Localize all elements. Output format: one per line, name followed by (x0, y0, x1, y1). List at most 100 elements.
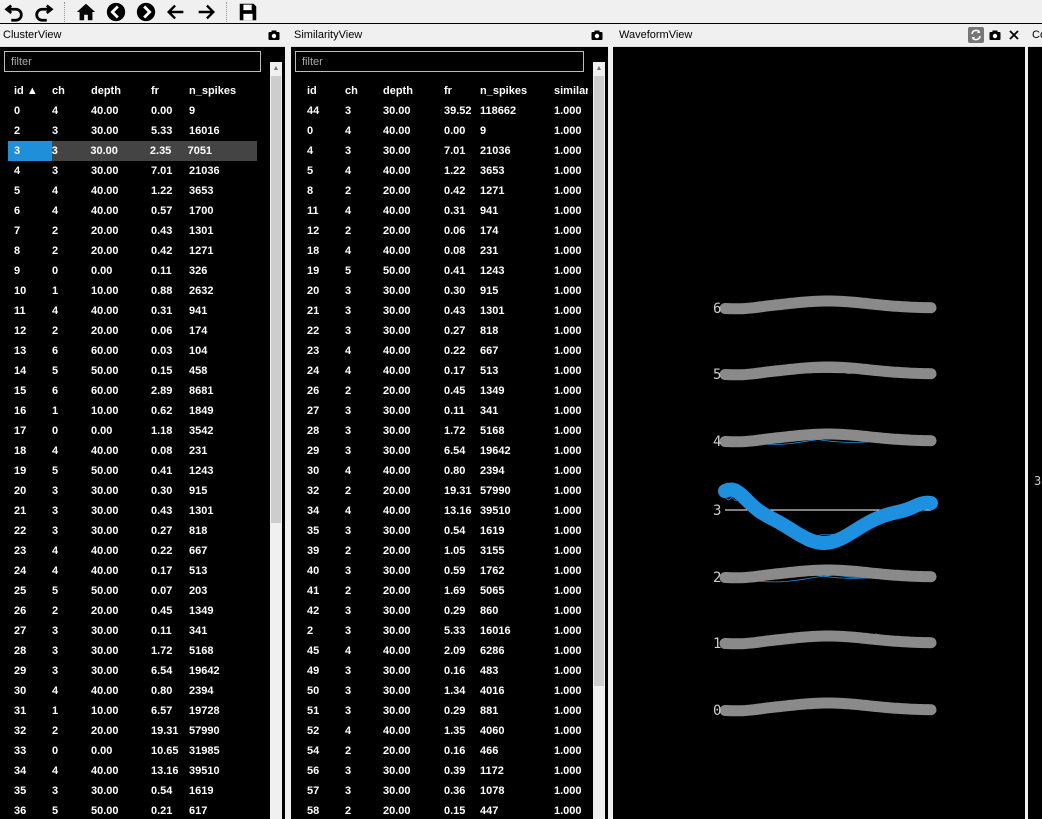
table-row[interactable]: 23 4 40.00 0.22 667 1.000 (291, 341, 588, 361)
screenshot-button[interactable] (987, 27, 1003, 43)
table-row[interactable]: 34 4 40.00 13.16 39510 (0, 761, 259, 781)
table-row[interactable]: 29 3 30.00 6.54 19642 (0, 661, 259, 681)
table-row[interactable]: 22 3 30.00 0.27 818 1.000 (291, 321, 588, 341)
table-row[interactable]: 12 2 20.00 0.06 174 1.000 (291, 221, 588, 241)
table-row[interactable]: 33 0 0.00 10.65 31985 (0, 741, 259, 761)
table-row[interactable]: 8 2 20.00 0.42 1271 1.000 (291, 181, 588, 201)
table-row[interactable]: 20 3 30.00 0.30 915 1.000 (291, 281, 588, 301)
scroll-up-arrow-icon[interactable]: ▲ (593, 62, 605, 74)
column-header[interactable]: depth (91, 85, 151, 97)
scroll-up-arrow-icon[interactable]: ▲ (270, 62, 282, 74)
table-row[interactable]: 30 4 40.00 0.80 2394 (0, 681, 259, 701)
table-row[interactable]: 41 2 20.00 1.69 5065 1.000 (291, 581, 588, 601)
table-row[interactable]: 32 2 20.00 19.31 57990 1.000 (291, 481, 588, 501)
table-row[interactable]: 29 3 30.00 6.54 19642 1.000 (291, 441, 588, 461)
table-row[interactable]: 8 2 20.00 0.42 1271 (0, 241, 259, 261)
table-row[interactable]: 14 5 50.00 0.15 458 (0, 361, 259, 381)
next-cluster-button[interactable] (132, 1, 160, 23)
table-row[interactable]: 23 4 40.00 0.22 667 (0, 541, 259, 561)
table-row[interactable]: 18 4 40.00 0.08 231 1.000 (291, 241, 588, 261)
table-row[interactable]: 49 3 30.00 0.16 483 1.000 (291, 661, 588, 681)
column-header[interactable]: similari (554, 85, 588, 97)
waveform-plot[interactable]: 6 5 4 3 2 1 0 (613, 47, 1025, 819)
table-row[interactable]: 7 2 20.00 0.43 1301 (0, 221, 259, 241)
table-row[interactable]: 30 4 40.00 0.80 2394 1.000 (291, 461, 588, 481)
home-button[interactable] (72, 1, 100, 23)
table-row[interactable]: 9 0 0.00 0.11 326 (0, 261, 259, 281)
column-header[interactable]: ch (52, 85, 91, 97)
table-row[interactable]: 4 3 30.00 7.01 21036 1.000 (291, 141, 588, 161)
waveform-canvas[interactable]: 6 5 4 3 2 1 0 (613, 47, 1025, 819)
table-row[interactable]: 36 5 50.00 0.21 617 (0, 801, 259, 819)
table-row[interactable]: 56 3 30.00 0.39 1172 1.000 (291, 761, 588, 781)
table-row[interactable]: 21 3 30.00 0.43 1301 (0, 501, 259, 521)
table-row[interactable]: 6 4 40.00 0.57 1700 (0, 201, 259, 221)
cluster-filter-input[interactable] (4, 51, 261, 72)
close-button[interactable] (1006, 27, 1022, 43)
scroll-thumb[interactable] (594, 76, 604, 686)
table-row[interactable]: 22 3 30.00 0.27 818 (0, 521, 259, 541)
column-header[interactable]: ch (345, 85, 383, 97)
table-row[interactable]: 24 4 40.00 0.17 513 (0, 561, 259, 581)
redo-button[interactable] (30, 1, 58, 23)
table-row[interactable]: 18 4 40.00 0.08 231 (0, 441, 259, 461)
table-row[interactable]: 35 3 30.00 0.54 1619 1.000 (291, 521, 588, 541)
table-row[interactable]: 0 4 40.00 0.00 9 1.000 (291, 121, 588, 141)
table-row[interactable]: 45 4 40.00 2.09 6286 1.000 (291, 641, 588, 661)
table-row[interactable]: 19 5 50.00 0.41 1243 1.000 (291, 261, 588, 281)
table-row[interactable]: 44 3 30.00 39.52 118662 1.000 (291, 101, 588, 121)
table-row[interactable]: 15 6 60.00 2.89 8681 (0, 381, 259, 401)
table-row[interactable]: 27 3 30.00 0.11 341 (0, 621, 259, 641)
table-row[interactable]: 39 2 20.00 1.05 3155 1.000 (291, 541, 588, 561)
table-row[interactable]: 0 4 40.00 0.00 9 (0, 101, 259, 121)
table-row[interactable]: 25 5 50.00 0.07 203 (0, 581, 259, 601)
table-row[interactable]: 19 5 50.00 0.41 1243 (0, 461, 259, 481)
table-row[interactable]: 2 3 30.00 5.33 16016 (0, 121, 259, 141)
undo-button[interactable] (0, 1, 28, 23)
forward-button[interactable] (192, 1, 220, 23)
table-row[interactable]: 26 2 20.00 0.45 1349 1.000 (291, 381, 588, 401)
table-row[interactable]: 4 3 30.00 7.01 21036 (0, 161, 259, 181)
table-row[interactable]: 13 6 60.00 0.03 104 (0, 341, 259, 361)
back-button[interactable] (162, 1, 190, 23)
table-row[interactable]: 31 1 10.00 6.57 19728 (0, 701, 259, 721)
table-row[interactable]: 28 3 30.00 1.72 5168 (0, 641, 259, 661)
table-row[interactable]: 16 1 10.00 0.62 1849 (0, 401, 259, 421)
table-row[interactable]: 26 2 20.00 0.45 1349 (0, 601, 259, 621)
table-row[interactable]: 5 4 40.00 1.22 3653 (0, 181, 259, 201)
scroll-thumb[interactable] (271, 76, 281, 523)
table-row[interactable]: 58 2 20.00 0.15 447 1.000 (291, 801, 588, 819)
table-row[interactable]: 3 3 30.00 2.35 7051 (8, 141, 257, 161)
screenshot-button[interactable] (266, 27, 282, 43)
table-row[interactable]: 21 3 30.00 0.43 1301 1.000 (291, 301, 588, 321)
table-row[interactable]: 20 3 30.00 0.30 915 (0, 481, 259, 501)
table-row[interactable]: 42 3 30.00 0.29 860 1.000 (291, 601, 588, 621)
table-row[interactable]: 51 3 30.00 0.29 881 1.000 (291, 701, 588, 721)
column-header[interactable]: depth (383, 85, 444, 97)
similarity-filter-input[interactable] (295, 51, 584, 72)
table-row[interactable]: 32 2 20.00 19.31 57990 (0, 721, 259, 741)
cluster-scrollbar[interactable]: ▲ (270, 62, 282, 819)
table-row[interactable]: 24 4 40.00 0.17 513 1.000 (291, 361, 588, 381)
table-row[interactable]: 10 1 10.00 0.88 2632 (0, 281, 259, 301)
table-row[interactable]: 35 3 30.00 0.54 1619 (0, 781, 259, 801)
table-row[interactable]: 5 4 40.00 1.22 3653 1.000 (291, 161, 588, 181)
table-row[interactable]: 27 3 30.00 0.11 341 1.000 (291, 401, 588, 421)
sync-toggle-button[interactable] (968, 27, 984, 43)
column-header[interactable]: n_spikes (189, 85, 259, 97)
column-header[interactable]: fr (444, 85, 480, 97)
screenshot-button[interactable] (589, 27, 605, 43)
table-row[interactable]: 11 4 40.00 0.31 941 (0, 301, 259, 321)
table-row[interactable]: 54 2 20.00 0.16 466 1.000 (291, 741, 588, 761)
table-row[interactable]: 34 4 40.00 13.16 39510 1.000 (291, 501, 588, 521)
table-row[interactable]: 2 3 30.00 5.33 16016 1.000 (291, 621, 588, 641)
table-row[interactable]: 17 0 0.00 1.18 3542 (0, 421, 259, 441)
save-button[interactable] (234, 1, 262, 23)
column-header[interactable]: id (307, 85, 345, 97)
column-header[interactable]: n_spikes (480, 85, 554, 97)
column-header[interactable]: id ▲ (14, 85, 52, 97)
table-row[interactable]: 40 3 30.00 0.59 1762 1.000 (291, 561, 588, 581)
table-row[interactable]: 12 2 20.00 0.06 174 (0, 321, 259, 341)
similarity-scrollbar[interactable]: ▲ (593, 62, 605, 819)
table-row[interactable]: 50 3 30.00 1.34 4016 1.000 (291, 681, 588, 701)
